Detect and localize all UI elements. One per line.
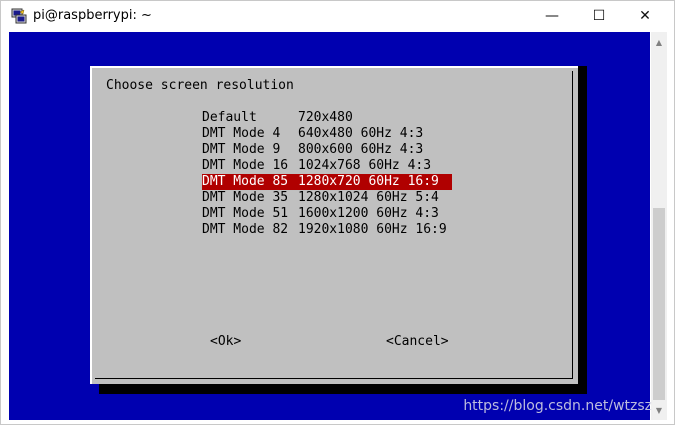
menu-item-mode: DMT Mode 16: [202, 158, 289, 173]
putty-icon: [11, 8, 27, 24]
menu-item[interactable]: DMT Mode 9 800x600 60Hz 4:3: [202, 142, 452, 158]
menu-item-mode: DMT Mode 51: [202, 206, 289, 221]
menu-item[interactable]: DMT Mode 82 1920x1080 60Hz 16:9: [202, 222, 452, 238]
menu-item-mode: Default: [202, 110, 257, 125]
maximize-button[interactable]: ☐: [576, 1, 622, 31]
menu-item[interactable]: Default 720x480: [202, 110, 452, 126]
menu-item-desc: 800x600 60Hz 4:3: [298, 142, 424, 157]
window-title: pi@raspberrypi: ~: [33, 8, 152, 23]
menu-item-desc: 720x480: [298, 110, 353, 125]
menu-item-mode: DMT Mode 4: [202, 126, 281, 141]
menu-item[interactable]: DMT Mode 35 1280x1024 60Hz 5:4: [202, 190, 452, 206]
menu-item-desc: 1280x1024 60Hz 5:4: [298, 190, 439, 205]
terminal-window: pi@raspberrypi: ~ — ☐ ✕ Choose screen re…: [0, 0, 675, 425]
resolution-dialog: Choose screen resolution Default 720x480…: [90, 66, 578, 384]
scroll-thumb[interactable]: [653, 208, 665, 400]
dialog-title: Choose screen resolution: [106, 78, 294, 93]
menu-item-desc: 1024x768 60Hz 4:3: [298, 158, 432, 173]
scroll-down-icon[interactable]: ▼: [651, 402, 667, 418]
menu-item[interactable]: DMT Mode 51 1600x1200 60Hz 4:3: [202, 206, 452, 222]
ok-button[interactable]: <Ok>: [210, 334, 241, 350]
minimize-icon: —: [545, 8, 559, 24]
watermark: https://blog.csdn.net/wtzsz: [463, 398, 652, 414]
minimize-button[interactable]: —: [529, 1, 575, 31]
scroll-up-icon[interactable]: ▲: [651, 34, 667, 50]
vertical-scrollbar[interactable]: ▲ ▼: [651, 32, 667, 420]
menu-item-mode: DMT Mode 9: [202, 142, 281, 157]
title-bar[interactable]: pi@raspberrypi: ~ — ☐ ✕: [1, 1, 674, 31]
close-icon: ✕: [639, 8, 651, 24]
menu-item-desc: 1600x1200 60Hz 4:3: [298, 206, 439, 221]
menu-item-mode: DMT Mode 85: [202, 174, 289, 189]
menu-item[interactable]: DMT Mode 4 640x480 60Hz 4:3: [202, 126, 452, 142]
menu-item-desc: 1280x720 60Hz 16:9: [298, 174, 439, 189]
cancel-button[interactable]: <Cancel>: [386, 334, 449, 350]
terminal-area[interactable]: Choose screen resolution Default 720x480…: [9, 32, 650, 420]
menu-item-mode: DMT Mode 82: [202, 222, 289, 237]
menu-item-selected[interactable]: DMT Mode 85 1280x720 60Hz 16:9: [202, 174, 452, 190]
resolution-list: Default 720x480 DMT Mode 4 640x480 60Hz …: [202, 110, 452, 238]
menu-item[interactable]: DMT Mode 16 1024x768 60Hz 4:3: [202, 158, 452, 174]
menu-item-mode: DMT Mode 35: [202, 190, 289, 205]
close-button[interactable]: ✕: [622, 1, 668, 31]
menu-item-desc: 640x480 60Hz 4:3: [298, 126, 424, 141]
maximize-icon: ☐: [592, 8, 606, 24]
menu-item-desc: 1920x1080 60Hz 16:9: [298, 222, 447, 237]
